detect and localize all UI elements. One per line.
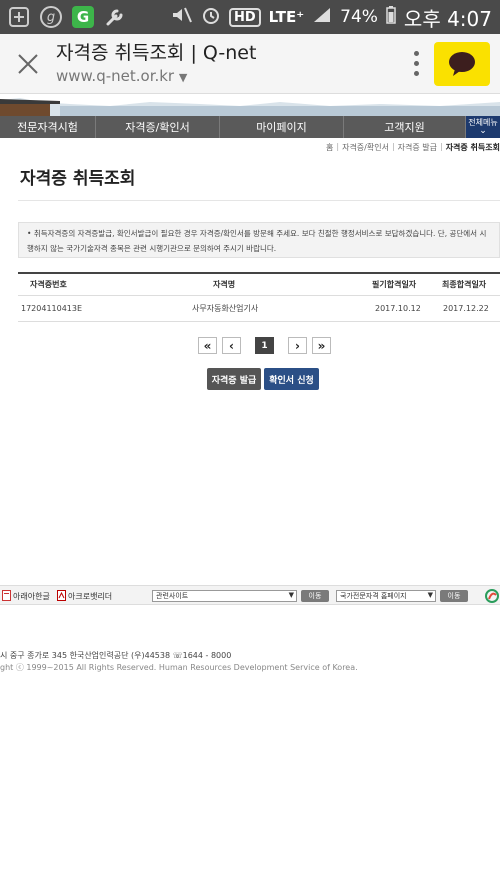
battery-percent: 74% <box>340 7 378 27</box>
browser-toolbar: 자격증 취득조회 | Q-net www.q-net.or.kr ▼ <box>0 34 500 94</box>
lte-indicator: LTE⁺ <box>268 8 305 26</box>
signal-icon <box>312 6 332 29</box>
col-cert-name: 자격명 <box>213 280 236 289</box>
first-page-button[interactable]: « <box>198 337 217 354</box>
chevron-down-icon: ⌄ <box>479 126 487 136</box>
close-icon[interactable] <box>0 34 56 94</box>
footer-address: 시 중구 종가로 345 한국산업인력공단 (우)44538 ☏1644 - 8… <box>0 651 232 660</box>
pagination: « ‹ 1 › » <box>198 337 331 354</box>
cell-cert-number: 17204110413E <box>21 304 83 313</box>
chat-bubble-icon <box>449 51 475 76</box>
cell-cert-name: 사무자동화산업기사 <box>192 304 259 313</box>
cell-written-pass-date: 2017.10.12 <box>375 304 421 313</box>
col-cert-number: 자격증번호 <box>30 280 67 289</box>
main-nav: 전문자격시험 자격증/확인서 마이페이지 고객지원 전체메뉴 ⌄ <box>0 116 500 138</box>
next-page-button[interactable]: › <box>288 337 307 354</box>
go-button-related[interactable]: 이동 <box>301 590 329 602</box>
current-page[interactable]: 1 <box>255 337 274 354</box>
table-row[interactable]: 17204110413E 사무자동화산업기사 2017.10.12 2017.1… <box>18 296 500 322</box>
gov-logo-icon <box>472 586 500 606</box>
footer-bar: 아래아한글 아크로뱃리더 관련사이트 ▼ 이동 국가전문자격 홈페이지 ▼ 이동 <box>0 585 500 605</box>
overflow-menu-icon[interactable] <box>398 34 434 94</box>
dropdown-arrow-icon: ▼ <box>178 70 188 84</box>
breadcrumb-issue[interactable]: 자격증 발급 <box>398 142 437 153</box>
alarm-icon <box>201 5 221 30</box>
breadcrumb-certificates[interactable]: 자격증/확인서 <box>342 142 389 153</box>
browser-title-block[interactable]: 자격증 취득조회 | Q-net www.q-net.or.kr ▼ <box>56 39 398 89</box>
breadcrumb-home[interactable]: 홈 <box>326 142 333 153</box>
related-sites-select[interactable]: 관련사이트 ▼ <box>152 590 297 602</box>
pdf-icon <box>57 589 66 603</box>
hd-badge: HD <box>228 7 261 27</box>
nav-item-mypage[interactable]: 마이페이지 <box>220 116 344 138</box>
bullet-icon: • <box>27 229 32 238</box>
page-heading: 자격증 취득조회 <box>20 169 136 189</box>
clock: 오후 4:07 <box>403 6 492 31</box>
status-bar: g G HD LTE⁺ 74% 오후 4:07 <box>0 0 500 34</box>
last-page-button[interactable]: » <box>312 337 331 354</box>
mute-icon <box>171 6 193 29</box>
document-icon <box>2 589 11 603</box>
kakaotalk-share-button[interactable] <box>434 41 490 86</box>
notice-box: • 취득자격증의 자격증발급, 확인서발급이 필요한 경우 자격증/확인서를 방… <box>18 222 500 258</box>
col-final-pass-date: 최종합격일자 <box>442 280 487 289</box>
go-button-national[interactable]: 이동 <box>440 590 468 602</box>
table-header: 자격증번호 자격명 필기합격일자 최종합격일자 <box>18 272 500 296</box>
apply-confirmation-button[interactable]: 확인서 신청 <box>264 368 319 390</box>
dropdown-arrow-icon: ▼ <box>288 591 294 599</box>
circle-g-icon: g <box>40 6 62 28</box>
wrench-icon <box>104 6 126 28</box>
breadcrumb-current: 자격증 취득조회 <box>445 143 500 152</box>
plus-box-icon <box>8 6 30 28</box>
footer-copyright: ght ⓒ 1999~2015 All Rights Reserved. Hum… <box>0 663 358 672</box>
green-g-app-icon: G <box>72 6 94 28</box>
hangul-viewer-link[interactable]: 아래아한글 <box>2 586 50 606</box>
issue-certificate-button[interactable]: 자격증 발급 <box>207 368 261 390</box>
divider <box>18 200 500 201</box>
notice-text: 취득자격증의 자격증발급, 확인서발급이 필요한 경우 자격증/확인서를 방문해… <box>27 229 487 253</box>
col-written-pass-date: 필기합격일자 <box>372 280 417 289</box>
site-banner <box>0 94 500 116</box>
acrobat-reader-link[interactable]: 아크로뱃리더 <box>57 586 112 606</box>
all-menu-button[interactable]: 전체메뉴 ⌄ <box>466 116 500 138</box>
prev-page-button[interactable]: ‹ <box>222 337 241 354</box>
browser-page-title: 자격증 취득조회 | Q-net <box>56 41 257 64</box>
nav-item-exams[interactable]: 전문자격시험 <box>0 116 96 138</box>
browser-url: www.q-net.or.kr ▼ <box>56 66 188 85</box>
cell-final-pass-date: 2017.12.22 <box>443 304 489 313</box>
breadcrumb: 홈 | 자격증/확인서 | 자격증 발급 | 자격증 취득조회 <box>326 142 500 153</box>
dropdown-arrow-icon: ▼ <box>427 591 433 599</box>
battery-icon <box>386 5 396 29</box>
nav-item-certificates[interactable]: 자격증/확인서 <box>96 116 220 138</box>
national-cert-select[interactable]: 국가전문자격 홈페이지 ▼ <box>336 590 436 602</box>
nav-item-support[interactable]: 고객지원 <box>344 116 466 138</box>
